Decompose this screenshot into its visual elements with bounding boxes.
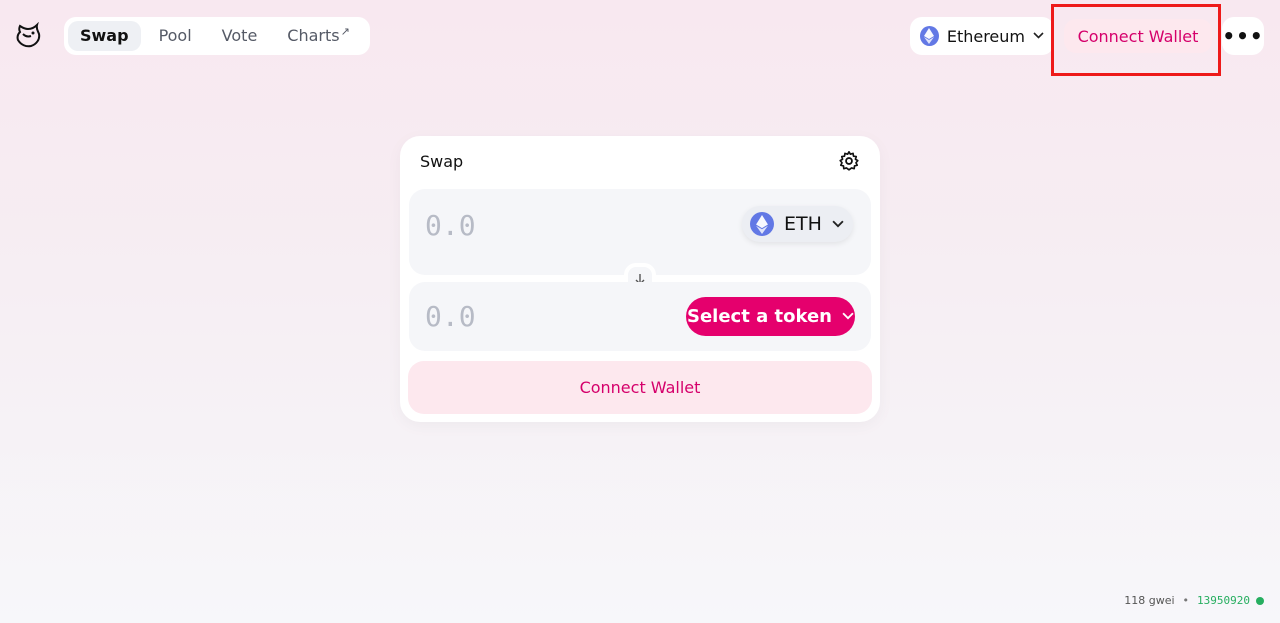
status-dot-icon: [1256, 596, 1264, 605]
connect-wallet-label: Connect Wallet: [579, 378, 701, 397]
chevron-down-icon: [842, 310, 854, 323]
swap-card-title: Swap: [420, 152, 464, 171]
nav-charts-label: Charts: [287, 26, 340, 45]
more-dots-icon: •••: [1222, 24, 1264, 48]
nav-vote[interactable]: Vote: [210, 21, 270, 51]
input-amount[interactable]: 0.0: [425, 209, 476, 242]
ethereum-icon: [920, 26, 939, 46]
nav-swap-label: Swap: [80, 26, 129, 45]
output-token-panel: 0.0 Select a token: [409, 282, 871, 351]
chevron-down-icon: [832, 218, 844, 231]
swap-card: Swap 0.0 ETH 0.0 Select a token Connect …: [400, 136, 880, 422]
highlight-box: [1051, 4, 1221, 76]
nav-charts[interactable]: Charts↗: [275, 21, 362, 51]
input-token-selector[interactable]: ETH: [742, 206, 853, 242]
network-label: Ethereum: [946, 26, 1025, 46]
input-token-label: ETH: [784, 213, 822, 235]
network-selector[interactable]: Ethereum: [910, 17, 1054, 55]
nav-vote-label: Vote: [221, 26, 258, 45]
nav-pool[interactable]: Pool: [147, 21, 204, 51]
block-number[interactable]: 13950920: [1197, 594, 1250, 607]
select-token-button[interactable]: Select a token: [686, 297, 855, 336]
network-status: 118 gwei • 13950920: [1124, 594, 1264, 607]
nav-pool-label: Pool: [158, 26, 192, 45]
nav-swap[interactable]: Swap: [68, 21, 141, 51]
gas-price: 118 gwei: [1124, 594, 1175, 607]
uniswap-logo-icon[interactable]: [14, 22, 42, 50]
select-token-label: Select a token: [687, 306, 832, 327]
eth-token-icon: [750, 212, 774, 236]
more-options-button[interactable]: •••: [1222, 17, 1264, 55]
separator-dot: •: [1182, 594, 1190, 607]
connect-wallet-button[interactable]: Connect Wallet: [408, 361, 872, 414]
main-nav: Swap Pool Vote Charts↗: [64, 17, 370, 55]
output-amount[interactable]: 0.0: [425, 300, 476, 333]
external-link-icon: ↗: [340, 25, 350, 38]
settings-gear-icon[interactable]: [838, 150, 860, 172]
chevron-down-icon: [1033, 31, 1044, 42]
